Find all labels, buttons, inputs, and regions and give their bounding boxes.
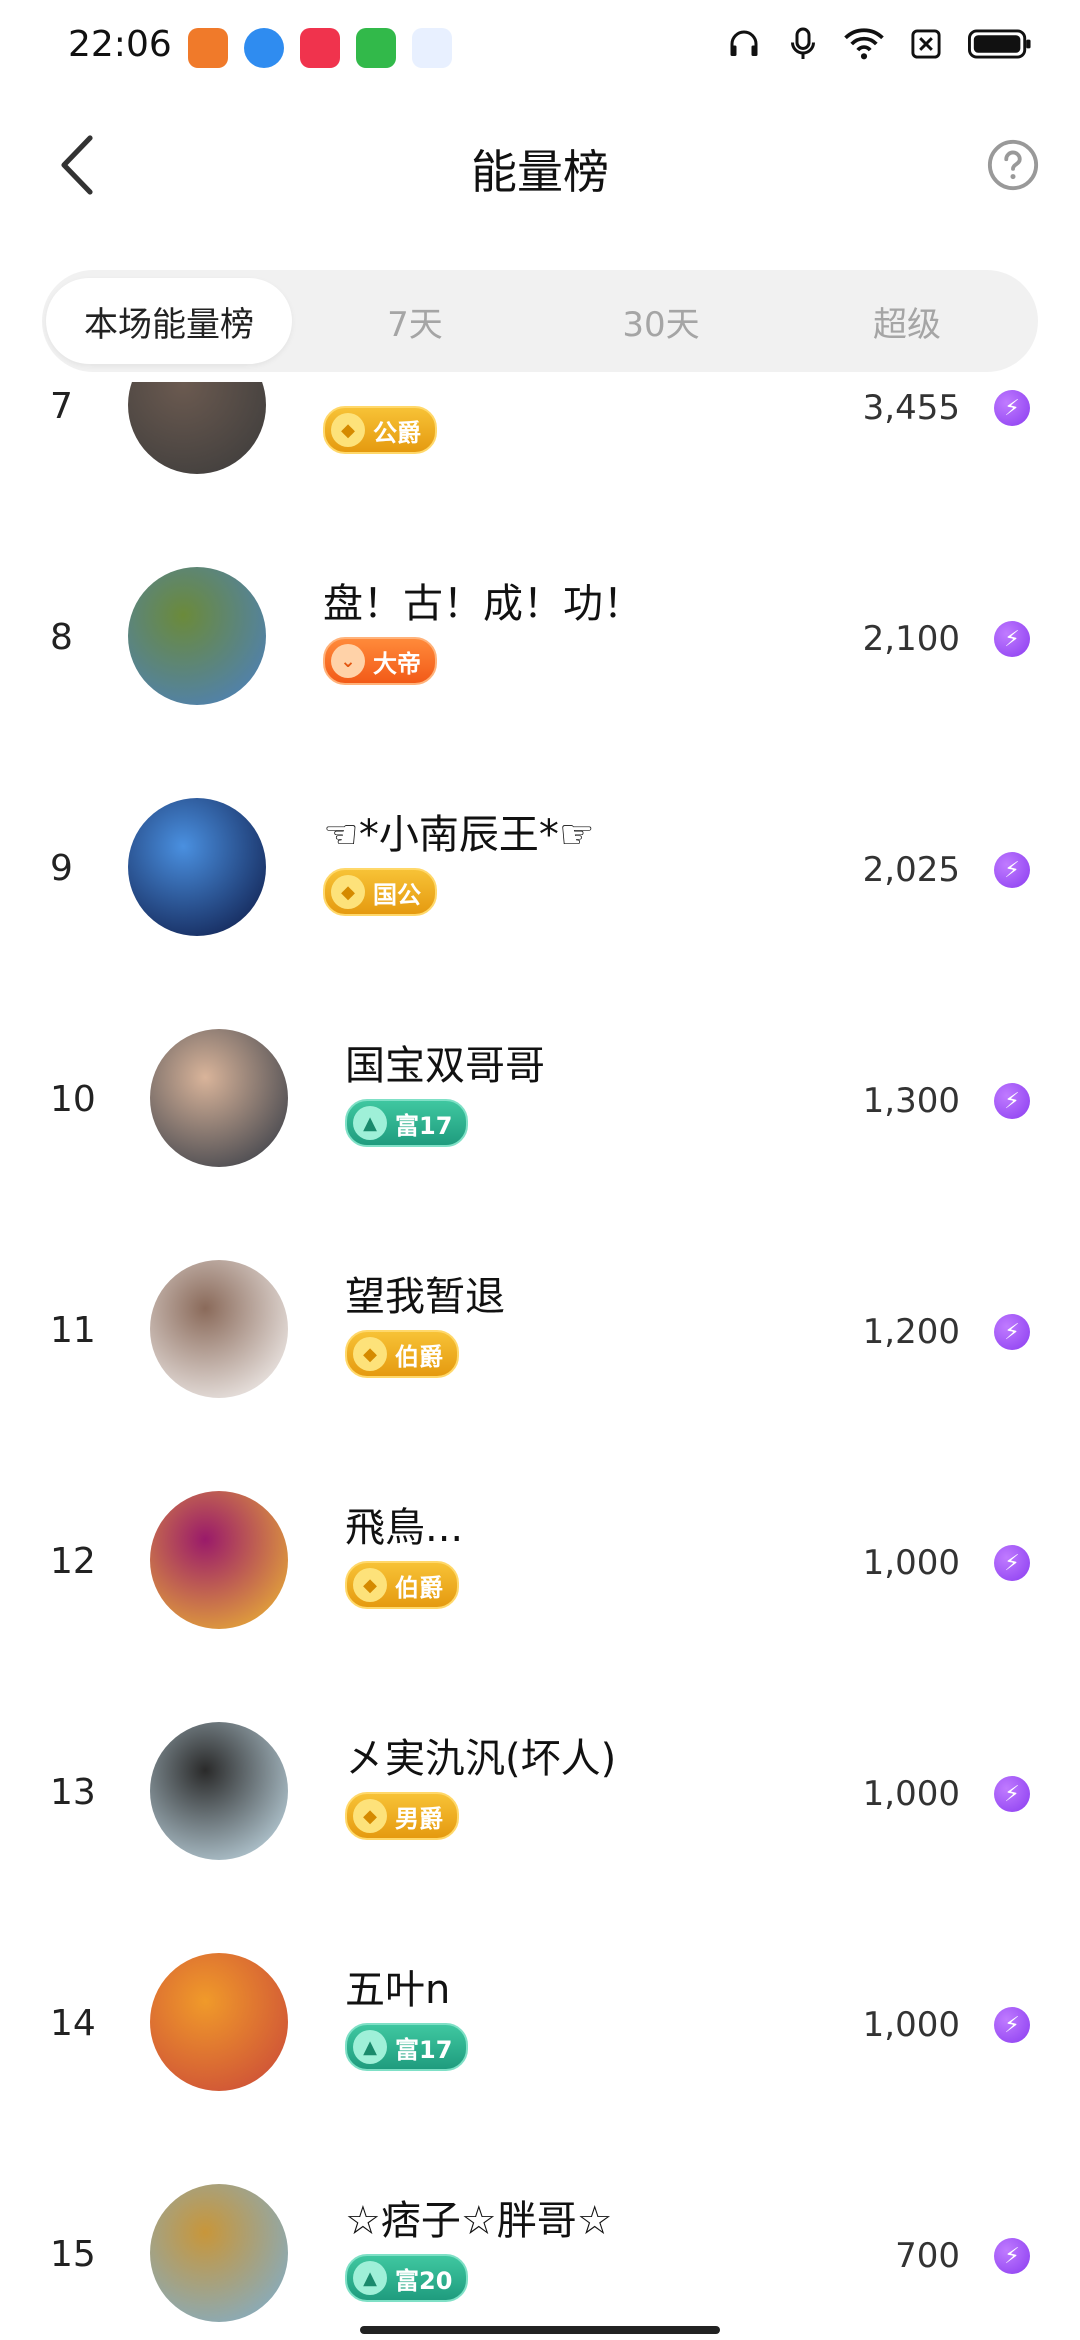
system-status-icons: [726, 26, 1032, 62]
ranking-list: 7 ◆ 公爵 3,455 ⚡ 8 盘！古！成！功！ ⌄ 大帝 2,100 ⚡ 9 ☜*小南辰王*☞ ◆ 国公…: [0, 382, 1080, 2340]
help-button[interactable]: [986, 138, 1040, 192]
user-name: ☆痞子☆胖哥☆: [345, 2198, 613, 2244]
user-name: 盘！古！成！功！: [323, 581, 643, 627]
ranking-row[interactable]: 12 飛鳥... ◆ 伯爵 1,000 ⚡: [0, 1345, 1080, 1629]
ranking-row[interactable]: 9 ☜*小南辰王*☞ ◆ 国公 2,025 ⚡: [0, 652, 1080, 936]
screen: 22:06 能量榜 本场能量榜 7天 30天 超级 7 ◆ 公爵 3,455 ⚡…: [0, 0, 1080, 2340]
badge-gem-icon: ▲: [353, 2261, 387, 2295]
header: 能量榜: [0, 110, 1080, 220]
page-title: 能量榜: [471, 145, 609, 199]
headset-icon: [726, 26, 762, 62]
ranking-row[interactable]: 11 望我暂退 ◆ 伯爵 1,200 ⚡: [0, 1114, 1080, 1398]
energy-score: 700: [895, 2236, 960, 2276]
ranking-row[interactable]: 14 五叶n ▲ 富17 1,000 ⚡: [0, 1807, 1080, 2091]
user-name: 五叶n: [345, 1967, 451, 2013]
avatar[interactable]: [150, 2184, 288, 2322]
notification-app-icons: [188, 28, 452, 68]
rank-badge: ▲ 富20: [345, 2254, 469, 2302]
user-name: ☜*小南辰王*☞: [323, 812, 595, 858]
app-notification-icon: [188, 28, 228, 68]
ranking-row[interactable]: 15 ☆痞子☆胖哥☆ ▲ 富20 700 ⚡: [0, 2038, 1080, 2322]
badge-label: 富20: [395, 2266, 453, 2295]
user-name: 望我暂退: [345, 1274, 505, 1320]
app-notification-icon: [356, 28, 396, 68]
period-tabs: 本场能量榜 7天 30天 超级: [42, 270, 1038, 372]
battery-icon: [968, 28, 1032, 60]
search-app-icon: [412, 28, 452, 68]
user-name: 国宝双哥哥: [345, 1043, 545, 1089]
tab-super[interactable]: 超级: [784, 278, 1030, 364]
tab-30-days[interactable]: 30天: [538, 278, 784, 364]
rank-number: 15: [50, 2234, 96, 2275]
user-name: 㐅実氿汎(坏人): [345, 1736, 617, 1782]
tab-current-session[interactable]: 本场能量榜: [46, 278, 292, 364]
mic-icon: [788, 26, 818, 62]
ranking-row[interactable]: 10 国宝双哥哥 ▲ 富17 1,300 ⚡: [0, 883, 1080, 1167]
status-bar: 22:06: [0, 0, 1080, 96]
ranking-row[interactable]: 7 ◆ 公爵 3,455 ⚡: [0, 382, 1080, 474]
status-time: 22:06: [68, 24, 172, 65]
home-indicator[interactable]: [360, 2326, 720, 2334]
tab-7-days[interactable]: 7天: [292, 278, 538, 364]
ranking-row[interactable]: 13 㐅実氿汎(坏人) ◆ 男爵 1,000 ⚡: [0, 1576, 1080, 1860]
app-notification-icon: [300, 28, 340, 68]
user-name: 飛鳥...: [345, 1505, 464, 1551]
ranking-row[interactable]: 8 盘！古！成！功！ ⌄ 大帝 2,100 ⚡: [0, 421, 1080, 705]
lightning-icon: ⚡: [994, 2238, 1030, 2274]
app-notification-icon: [244, 28, 284, 68]
wifi-icon: [844, 26, 884, 62]
help-circle-icon: [987, 139, 1039, 191]
sim-off-icon: [910, 28, 942, 60]
